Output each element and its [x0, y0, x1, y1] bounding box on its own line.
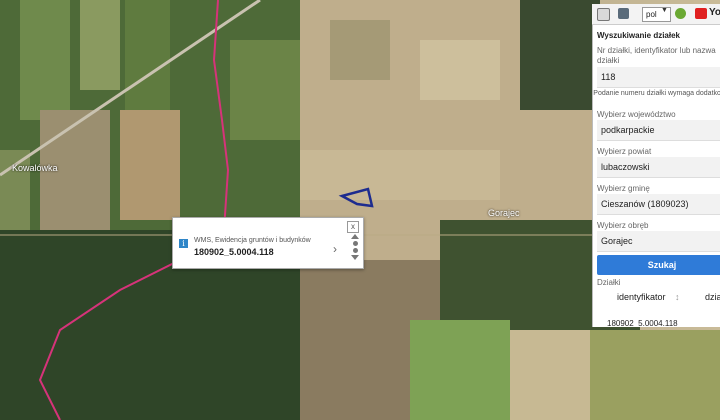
dot-icon [352, 241, 358, 246]
parcel-field-label: Nr działki, identyfikator lub nazwa dzia… [597, 46, 716, 65]
globe-icon[interactable] [675, 8, 686, 19]
print-icon[interactable] [618, 8, 629, 19]
info-icon: i [179, 239, 188, 248]
chevron-down-icon: ▼ [661, 7, 668, 14]
precinct-select[interactable]: Gorajec [597, 231, 720, 252]
popup-layer-name: WMS, Ewidencja gruntów i budynków [194, 237, 311, 244]
dot-icon [352, 248, 358, 253]
column-header-parcel[interactable]: dzia [705, 292, 720, 302]
precinct-label: Wybierz obręb [597, 221, 649, 230]
panel-title: Wyszukiwanie działek [597, 31, 680, 40]
sort-icon[interactable]: ↕ [675, 292, 680, 302]
chevron-up-icon[interactable] [351, 234, 359, 239]
voivodeship-select[interactable]: podkarpackie [597, 120, 720, 141]
parcel-input[interactable]: 118 [597, 67, 720, 88]
youtube-icon[interactable] [695, 8, 707, 19]
search-button[interactable]: Szukaj [597, 255, 720, 275]
row-identifier: 180902_5.0004.118 [607, 319, 678, 327]
county-select[interactable]: lubaczowski [597, 157, 720, 178]
youtube-label: Yo [709, 7, 720, 18]
toolbar: pol ▼ Yo [592, 4, 720, 25]
popup-feature-id[interactable]: 180902_5.0004.118 [194, 247, 274, 257]
place-label-gorajec: Gorajec [488, 208, 520, 218]
county-label: Wybierz powiat [597, 147, 652, 156]
parcel-search-panel: Wyszukiwanie działek Nr działki, identyf… [592, 25, 720, 327]
chevron-down-icon[interactable] [351, 255, 359, 260]
commune-label: Wybierz gminę [597, 184, 650, 193]
map-icon[interactable] [597, 8, 610, 21]
feature-info-popup: x i WMS, Ewidencja gruntów i budynków 18… [172, 217, 364, 269]
column-header-identifier[interactable]: identyfikator [617, 292, 666, 302]
voivodeship-label: Wybierz województwo [597, 110, 676, 119]
place-label-kowalowka: Kowalówka [12, 163, 58, 173]
chevron-right-icon[interactable]: › [333, 242, 337, 256]
parcel-note: Podanie numeru działki wymaga dodatkowyc… [593, 90, 720, 97]
popup-scroll-control[interactable] [351, 232, 359, 262]
table-row[interactable]: 180902_5.0004.118 [607, 319, 678, 327]
results-label: Działki [597, 278, 621, 287]
commune-select[interactable]: Cieszanów (1809023) [597, 194, 720, 215]
